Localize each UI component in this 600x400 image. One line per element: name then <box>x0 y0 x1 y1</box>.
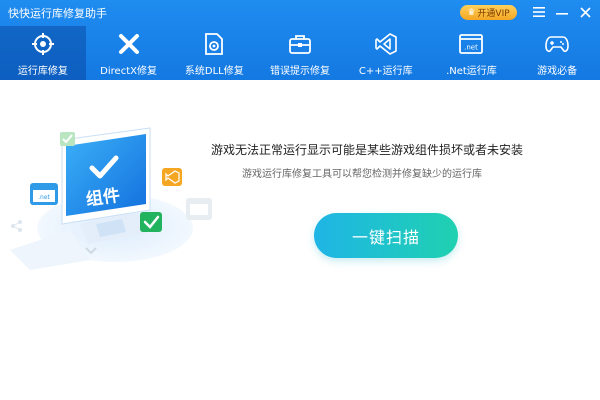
minimize-icon[interactable] <box>553 3 571 21</box>
app-window: 快快运行库修复助手 ♛ 开通VIP 运行库修复 DirectX修复 系统DLL修… <box>0 0 600 400</box>
menu-icon[interactable] <box>530 3 548 21</box>
nav-item-label: 错误提示修复 <box>270 66 331 77</box>
svg-text:.net: .net <box>38 194 50 201</box>
dotnet-badge-icon: .net <box>30 183 58 205</box>
nav-item-system-dll[interactable]: 系统DLL修复 <box>171 26 257 80</box>
components-illustration: 组件 .net <box>0 120 220 270</box>
share-icon <box>11 220 22 232</box>
nav-item-game-essentials[interactable]: 游戏必备 <box>514 26 600 80</box>
gamepad-icon <box>545 32 569 56</box>
nav-item-directx[interactable]: DirectX修复 <box>86 26 172 80</box>
nav-item-dotnet-runtime[interactable]: .net .Net运行库 <box>429 26 515 80</box>
nav-item-label: DirectX修复 <box>100 66 157 77</box>
close-icon[interactable] <box>576 3 594 21</box>
dotnet-window-icon: .net <box>459 32 484 56</box>
vip-label: 开通VIP <box>477 9 510 19</box>
nav-item-label: C++运行库 <box>358 66 413 77</box>
main-nav: 运行库修复 DirectX修复 系统DLL修复 错误提示修复 C++运行库 .n… <box>0 26 600 80</box>
dll-gear-icon <box>202 32 226 56</box>
check-badge-icon <box>60 132 75 146</box>
check-badge-icon <box>140 212 162 232</box>
visual-studio-badge-icon <box>162 168 182 186</box>
directx-icon <box>117 32 141 56</box>
app-title: 快快运行库修复助手 <box>8 7 107 20</box>
target-icon <box>31 32 55 56</box>
visual-studio-icon <box>374 32 398 56</box>
nav-item-label: 运行库修复 <box>17 66 68 77</box>
one-click-scan-button[interactable]: 一键扫描 <box>314 213 458 258</box>
nav-item-runtime-repair[interactable]: 运行库修复 <box>0 26 86 80</box>
window-badge-icon <box>186 198 212 220</box>
nav-item-cpp-runtime[interactable]: C++运行库 <box>343 26 429 80</box>
svg-text:.net: .net <box>465 44 479 52</box>
main-subtext: 游戏运行库修复工具可以帮您检测并修复缺少的运行库 <box>242 169 482 180</box>
crown-icon: ♛ <box>467 7 476 18</box>
nav-item-label: 系统DLL修复 <box>184 66 244 77</box>
vip-button[interactable]: ♛ 开通VIP <box>460 5 517 20</box>
nav-item-label: .Net运行库 <box>446 66 497 77</box>
title-bar: 快快运行库修复助手 ♛ 开通VIP <box>0 0 600 24</box>
header: 快快运行库修复助手 ♛ 开通VIP 运行库修复 DirectX修复 系统DLL修… <box>0 0 600 80</box>
main-headline: 游戏无法正常运行显示可能是某些游戏组件损坏或者未安装 <box>211 143 524 157</box>
nav-item-label: 游戏必备 <box>537 66 578 77</box>
toolbox-icon <box>288 32 312 56</box>
nav-item-error-repair[interactable]: 错误提示修复 <box>257 26 343 80</box>
